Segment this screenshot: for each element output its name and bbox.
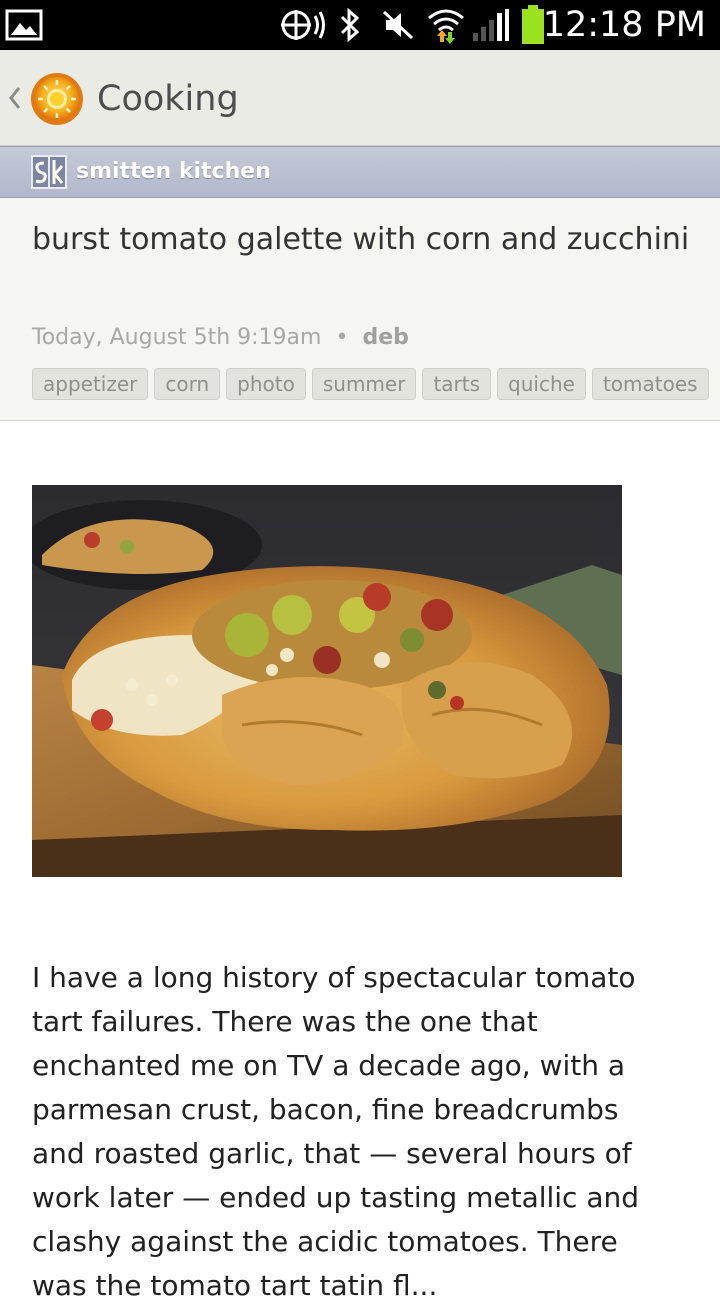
source-bar[interactable]: smitten kitchen bbox=[0, 146, 720, 198]
tag[interactable]: photo bbox=[226, 368, 306, 400]
article-date: Today, August 5th 9:19am bbox=[32, 325, 322, 350]
tag[interactable]: tomatoes bbox=[591, 368, 709, 400]
status-bar: 12:18 PM bbox=[0, 0, 720, 50]
tag[interactable]: tarts bbox=[422, 368, 492, 400]
status-clock: 12:18 PM bbox=[542, 5, 706, 45]
mute-icon bbox=[380, 0, 416, 50]
meta-separator: • bbox=[335, 325, 349, 350]
tag-list: appetizer corn photo summer tarts quiche… bbox=[32, 368, 709, 400]
article-author[interactable]: deb bbox=[362, 325, 408, 350]
article-meta: Today, August 5th 9:19am • deb bbox=[32, 322, 409, 354]
article-title: burst tomato galette with corn and zucch… bbox=[32, 222, 690, 257]
gallery-icon bbox=[4, 0, 44, 50]
article-body: I have a long history of spectacular tom… bbox=[32, 961, 640, 1302]
location-icon bbox=[278, 0, 328, 50]
article-photo[interactable] bbox=[32, 485, 622, 877]
smitten-kitchen-logo-icon bbox=[31, 155, 67, 189]
tag[interactable]: appetizer bbox=[32, 368, 149, 400]
signal-icon bbox=[470, 0, 510, 50]
article-header: burst tomato galette with corn and zucch… bbox=[0, 198, 720, 421]
wifi-icon bbox=[426, 0, 466, 50]
tag[interactable]: corn bbox=[154, 368, 221, 400]
source-name: smitten kitchen bbox=[76, 159, 271, 184]
tag[interactable]: quiche bbox=[497, 368, 586, 400]
action-bar: Cooking bbox=[0, 50, 720, 146]
app-title[interactable]: Cooking bbox=[97, 76, 239, 122]
tag[interactable]: summer bbox=[311, 368, 417, 400]
back-chevron-icon[interactable] bbox=[6, 80, 26, 116]
bluetooth-icon bbox=[336, 0, 364, 50]
app-logo-icon[interactable] bbox=[30, 72, 84, 126]
